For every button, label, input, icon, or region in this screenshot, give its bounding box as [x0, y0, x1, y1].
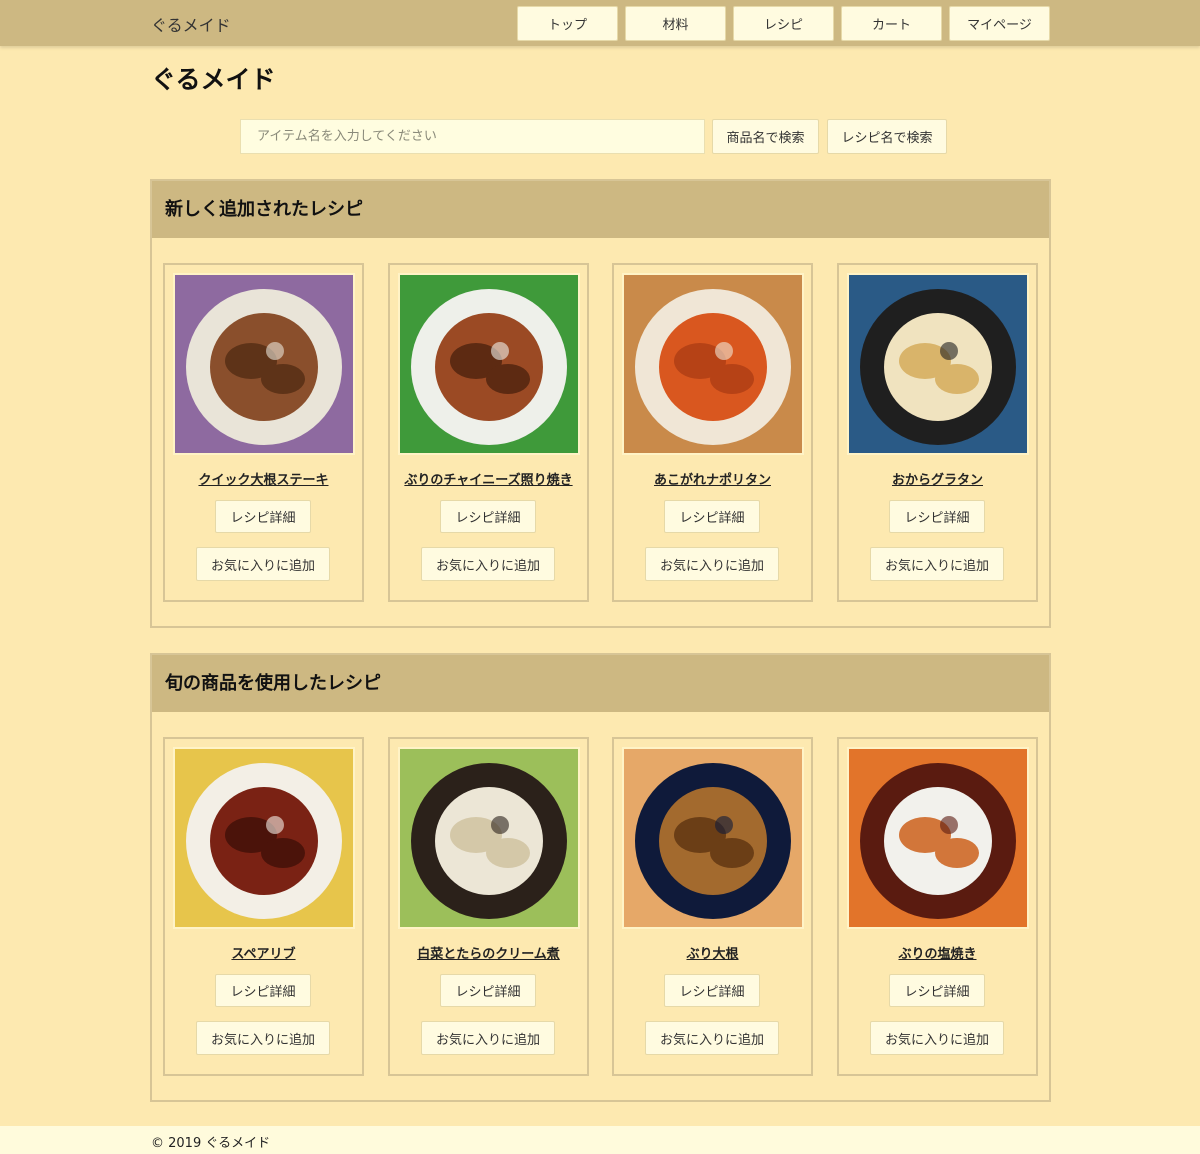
footer: © 2019 ぐるメイド — [0, 1126, 1200, 1154]
recipe-photo[interactable] — [847, 273, 1029, 455]
add-favorite-button[interactable]: お気に入りに追加 — [870, 1021, 1004, 1055]
add-favorite-button[interactable]: お気に入りに追加 — [196, 547, 330, 581]
recipe-photo-graphic — [624, 749, 802, 927]
recipe-detail-button[interactable]: レシピ詳細 — [440, 974, 536, 1007]
recipe-photo-graphic — [849, 275, 1027, 453]
recipe-photo[interactable] — [398, 747, 580, 929]
footer-copyright: © 2019 ぐるメイド — [151, 1136, 271, 1151]
section-title: 新しく追加されたレシピ — [152, 181, 1049, 238]
add-favorite-button[interactable]: お気に入りに追加 — [645, 1021, 779, 1055]
recipe-detail-button[interactable]: レシピ詳細 — [889, 974, 985, 1007]
recipe-title-link[interactable]: あこがれナポリタン — [614, 469, 811, 488]
recipe-photo[interactable] — [173, 273, 355, 455]
recipe-detail-button[interactable]: レシピ詳細 — [215, 500, 311, 533]
add-favorite-button[interactable]: お気に入りに追加 — [196, 1021, 330, 1055]
add-favorite-button[interactable]: お気に入りに追加 — [421, 1021, 555, 1055]
seasonal-recipes-section: 旬の商品を使用したレシピ スペアリブ レシピ詳細 お気に入りに追加 白菜とたらのクリー… — [150, 653, 1051, 1102]
search-by-product-button[interactable]: 商品名で検索 — [712, 119, 819, 154]
recipe-photo-graphic — [400, 275, 578, 453]
recipe-photo[interactable] — [847, 747, 1029, 929]
recipe-detail-button[interactable]: レシピ詳細 — [664, 500, 760, 533]
recipe-photo[interactable] — [622, 273, 804, 455]
add-favorite-button[interactable]: お気に入りに追加 — [870, 547, 1004, 581]
recipe-detail-button[interactable]: レシピ詳細 — [889, 500, 985, 533]
recipe-photo[interactable] — [398, 273, 580, 455]
recipe-title-link[interactable]: ぶりのチャイニーズ照り焼き — [390, 469, 587, 488]
recipe-card: ぶりの塩焼きレシピ詳細お気に入りに追加 — [837, 737, 1038, 1076]
recipe-card: スペアリブレシピ詳細お気に入りに追加 — [163, 737, 364, 1076]
recipe-card: ぶりのチャイニーズ照り焼きレシピ詳細お気に入りに追加 — [388, 263, 589, 602]
recipe-detail-button[interactable]: レシピ詳細 — [440, 500, 536, 533]
recipe-photo-graphic — [175, 275, 353, 453]
recipe-photo-graphic — [849, 749, 1027, 927]
section-title: 旬の商品を使用したレシピ — [152, 655, 1049, 712]
recipe-title-link[interactable]: 白菜とたらのクリーム煮 — [390, 943, 587, 962]
recipe-card: 白菜とたらのクリーム煮レシピ詳細お気に入りに追加 — [388, 737, 589, 1076]
recipe-card: あこがれナポリタンレシピ詳細お気に入りに追加 — [612, 263, 813, 602]
add-favorite-button[interactable]: お気に入りに追加 — [421, 547, 555, 581]
add-favorite-button[interactable]: お気に入りに追加 — [645, 547, 779, 581]
recipe-card: クイック大根ステーキレシピ詳細お気に入りに追加 — [163, 263, 364, 602]
recipe-detail-button[interactable]: レシピ詳細 — [664, 974, 760, 1007]
recipe-title-link[interactable]: ぶり大根 — [614, 943, 811, 962]
recipe-title-link[interactable]: ぶりの塩焼き — [839, 943, 1036, 962]
recipe-photo-graphic — [175, 749, 353, 927]
page-title: ぐるメイド — [151, 65, 276, 94]
nav-top-button[interactable]: トップ — [517, 6, 618, 41]
recipe-photo[interactable] — [622, 747, 804, 929]
recipe-photo[interactable] — [173, 747, 355, 929]
nav-recipes-button[interactable]: レシピ — [733, 6, 834, 41]
search-by-recipe-button[interactable]: レシピ名で検索 — [827, 119, 947, 154]
navbar-brand[interactable]: ぐるメイド — [151, 12, 231, 36]
top-navbar: ぐるメイド トップ 材料 レシピ カート マイページ — [0, 0, 1200, 46]
recipe-card: ぶり大根レシピ詳細お気に入りに追加 — [612, 737, 813, 1076]
recipe-title-link[interactable]: おからグラタン — [839, 469, 1036, 488]
recipe-title-link[interactable]: スペアリブ — [165, 943, 362, 962]
recipe-title-link[interactable]: クイック大根ステーキ — [165, 469, 362, 488]
nav-cart-button[interactable]: カート — [841, 6, 942, 41]
recipe-photo-graphic — [400, 749, 578, 927]
recipe-card: おからグラタンレシピ詳細お気に入りに追加 — [837, 263, 1038, 602]
recipe-detail-button[interactable]: レシピ詳細 — [215, 974, 311, 1007]
new-recipes-section: 新しく追加されたレシピ クイック大根ステーキ レシピ詳細 お気に入りに追加 ぶりのチャ… — [150, 179, 1051, 628]
recipe-photo-graphic — [624, 275, 802, 453]
search-input[interactable] — [240, 119, 705, 154]
nav-ingredients-button[interactable]: 材料 — [625, 6, 726, 41]
nav-buttons: トップ 材料 レシピ カート マイページ — [517, 6, 1050, 41]
nav-mypage-button[interactable]: マイページ — [949, 6, 1050, 41]
